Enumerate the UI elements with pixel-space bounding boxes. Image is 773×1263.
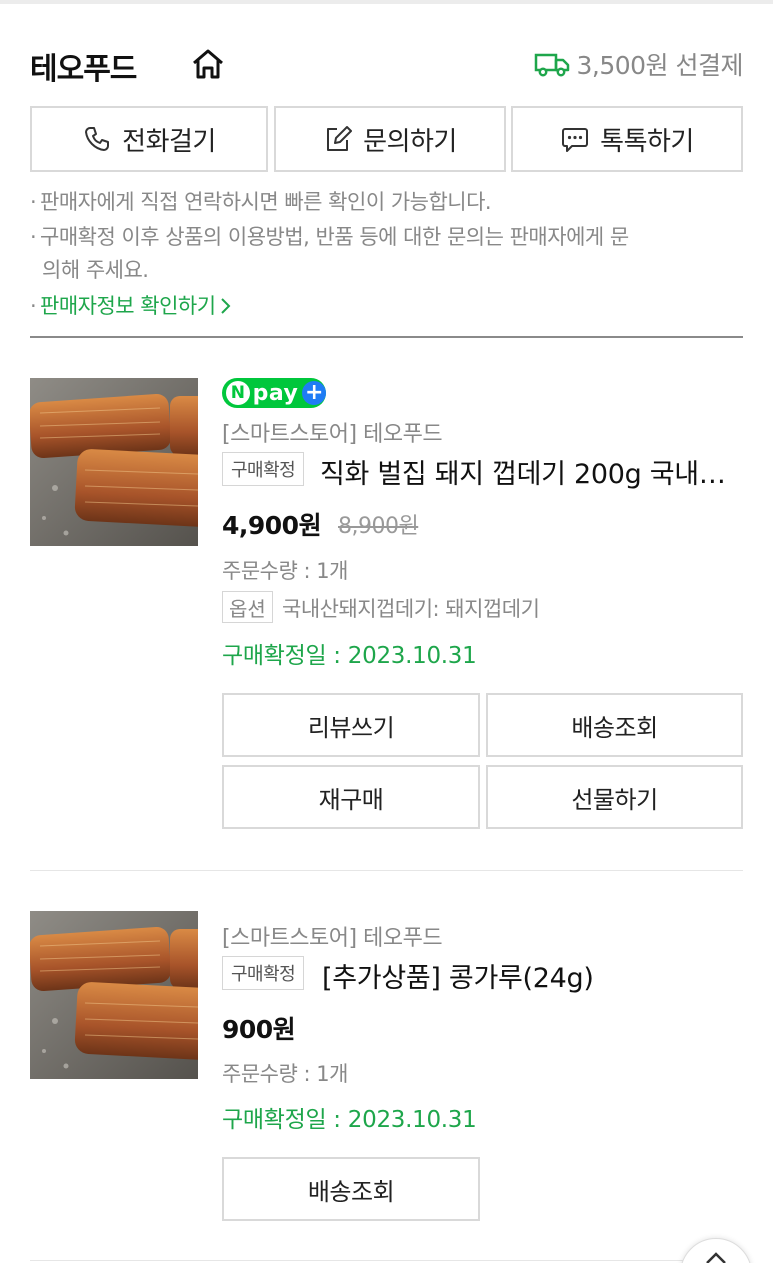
seller-info-link[interactable]: · 판매자정보 확인하기 <box>30 289 232 323</box>
phone-icon <box>85 127 110 151</box>
top-divider <box>0 0 773 4</box>
inquiry-button-label: 문의하기 <box>363 126 457 157</box>
order-quantity: 주문수량 : 1개 <box>222 1062 348 1086</box>
product-thumbnail[interactable] <box>30 911 198 1079</box>
product-price: 900원 <box>222 1015 296 1044</box>
product-price: 4,900원 <box>222 511 322 540</box>
product-title[interactable]: 직화 벌집 돼지 껍데기 200g 국내산 돼지껍데기 <box>320 452 740 491</box>
status-badge: 구매확정 <box>222 956 305 990</box>
tracking-button[interactable]: 배송조회 <box>486 693 743 757</box>
notice-line: · 판매자에게 직접 연락하시면 빠른 확인이 가능합니다. <box>30 190 492 214</box>
product-thumbnail[interactable] <box>30 378 198 546</box>
seller-info-link-label: 판매자정보 확인하기 <box>40 294 216 318</box>
talk-button-label: 톡톡하기 <box>600 126 694 157</box>
order-quantity: 주문수량 : 1개 <box>222 559 348 583</box>
review-button[interactable]: 리뷰쓰기 <box>222 693 480 757</box>
original-price: 8,900원 <box>338 514 419 539</box>
item-divider <box>30 870 743 871</box>
edit-icon <box>327 126 353 151</box>
status-badge: 구매확정 <box>222 452 305 486</box>
chevron-up-icon <box>706 1252 726 1263</box>
truck-icon <box>535 53 570 77</box>
confirm-date: 구매확정일 : 2023.10.31 <box>222 1107 477 1133</box>
notice-text: 판매자에게 직접 연락하시면 빠른 확인이 가능합니다. <box>40 190 492 214</box>
product-title[interactable]: [추가상품] 콩가루(24g) <box>322 956 742 995</box>
option-value: 국내산돼지껍데기: 돼지껍데기 <box>282 597 540 621</box>
naver-n-icon: N <box>226 381 250 405</box>
store-name[interactable]: 테오푸드 <box>30 44 137 88</box>
store-label: [스마트스토어] 테오푸드 <box>222 422 443 447</box>
tracking-button[interactable]: 배송조회 <box>222 1157 480 1221</box>
notice-line: · 구매확정 이후 상품의 이용방법, 반품 등에 대한 문의는 판매자에게 문 <box>30 225 629 249</box>
store-label: [스마트스토어] 테오푸드 <box>222 926 443 951</box>
section-divider <box>30 336 743 338</box>
plus-icon: + <box>302 381 326 405</box>
talk-button[interactable]: 톡톡하기 <box>511 106 743 172</box>
home-icon[interactable] <box>190 46 226 82</box>
notice-text: 구매확정 이후 상품의 이용방법, 반품 등에 대한 문의는 판매자에게 문 <box>40 225 629 249</box>
call-button[interactable]: 전화걸기 <box>30 106 268 172</box>
shipping-fee: 3,500원 선결제 <box>576 51 743 80</box>
confirm-date: 구매확정일 : 2023.10.31 <box>222 643 477 669</box>
npay-plus-badge: N pay + <box>222 378 326 408</box>
chevron-right-icon <box>220 298 230 314</box>
call-button-label: 전화걸기 <box>122 126 216 157</box>
item-divider <box>30 1260 743 1261</box>
chat-icon <box>562 128 589 152</box>
scroll-top-button[interactable] <box>680 1238 752 1263</box>
npay-label: pay <box>252 380 299 406</box>
rebuy-button[interactable]: 재구매 <box>222 765 480 829</box>
option-badge: 옵션 <box>222 591 273 623</box>
notice-line-continued: 의해 주세요. <box>42 258 149 282</box>
store-header: 테오푸드 3,500원 선결제 <box>30 44 743 87</box>
gift-button[interactable]: 선물하기 <box>486 765 743 829</box>
shipping-info: 3,500원 선결제 <box>534 46 743 82</box>
inquiry-button[interactable]: 문의하기 <box>274 106 506 172</box>
